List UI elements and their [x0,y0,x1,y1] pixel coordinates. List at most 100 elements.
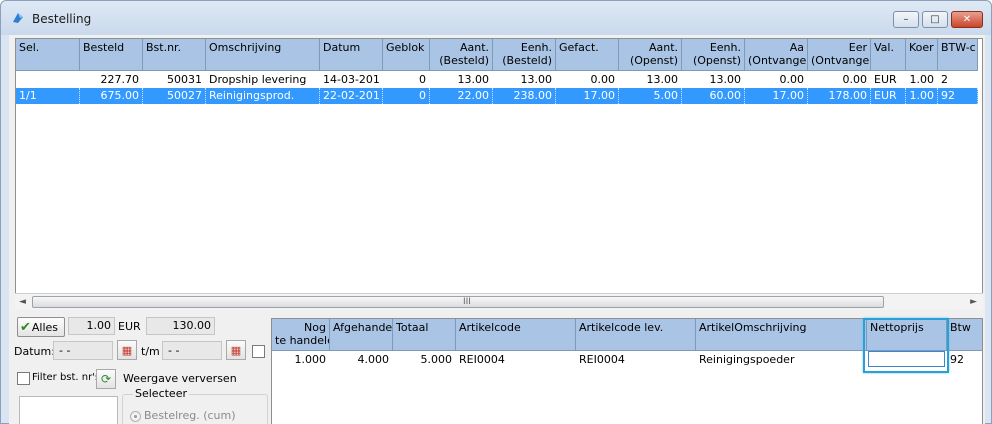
table-cell[interactable]: 0.00 [808,72,871,88]
refresh-icon: ⟳ [100,372,112,386]
alles-value: 1.00 [68,317,115,335]
column-header[interactable]: Geblok [383,39,430,71]
table-cell[interactable]: 17.00 [556,88,619,104]
calendar-from-button[interactable]: ▦ [117,340,137,360]
scroll-grip-icon: III [463,297,471,307]
column-header[interactable]: Eer (Ontvange [808,39,871,71]
column-header[interactable]: Besteld [80,39,143,71]
column-header[interactable]: Aant. (Openst) [619,39,682,71]
table-cell[interactable]: 13.00 [493,72,556,88]
table-cell[interactable]: 22.00 [430,88,493,104]
table-cell[interactable]: Reinigingsprod. [206,88,320,104]
tm-label: t/m [141,345,160,358]
column-header[interactable]: Bst.nr. [143,39,206,71]
table-cell[interactable]: 14-03-201 [320,72,383,88]
order-lines-header: Sel. Besteld Bst.nr. Omschrijving Datum Geblo… [16,39,978,71]
table-cell[interactable]: 5.00 [619,88,682,104]
scroll-left-icon[interactable]: ◄ [19,297,26,307]
table-cell[interactable]: 60.00 [682,88,745,104]
app-icon [13,13,23,23]
calendar-icon: ▦ [230,343,242,357]
table-cell[interactable]: 227.70 [80,72,143,88]
table-cell[interactable]: 5.000 [393,352,456,368]
column-header[interactable]: Koer [906,39,938,71]
column-header[interactable]: Omschrijving [206,39,320,71]
table-cell[interactable]: 0 [383,72,430,88]
table-cell[interactable]: REI0004 [576,352,696,368]
table-cell[interactable]: 13.00 [619,72,682,88]
column-header[interactable]: Totaal [393,319,456,351]
column-header[interactable]: Val. [871,39,906,71]
selecteer-label: Selecteer [133,387,189,400]
nettoprijs-highlight [863,318,949,373]
table-cell[interactable]: 178.00 [808,88,871,104]
total-value: 130.00 [146,317,215,335]
table-cell[interactable]: 1.00 [906,72,938,88]
table-cell[interactable]: 0.00 [556,72,619,88]
minimize-button[interactable]: – [893,11,919,28]
column-header[interactable]: Datum [320,39,383,71]
table-cell[interactable]: 92 [938,88,978,104]
close-icon: ✕ [962,14,972,25]
column-header[interactable]: Artikelcode [456,319,576,351]
table-cell[interactable]: Reinigingspoeder [696,352,867,368]
date-from-field[interactable]: - - [53,341,113,360]
column-header[interactable]: Sel. [16,39,80,71]
date-filter-checkbox[interactable] [252,345,265,358]
calendar-icon: ▦ [121,343,133,357]
column-header[interactable]: BTW-c [938,39,978,71]
refresh-button[interactable]: ⟳ [96,369,116,389]
checkmark-icon: ✔ [20,319,31,335]
horizontal-scrollbar[interactable]: ◄ III ► [15,293,983,310]
table-cell[interactable]: 0 [383,88,430,104]
column-header[interactable]: Gefact. [556,39,619,71]
table-cell[interactable]: 22-02-201 [320,88,383,104]
title-bar: Bestelling – □ ✕ [1,1,991,35]
column-header[interactable]: Artikelcode lev. [576,319,696,351]
table-cell[interactable]: 238.00 [493,88,556,104]
column-header[interactable]: ArtikelOmschrijving [696,319,867,351]
filter-bst-checkbox[interactable] [17,372,30,385]
table-cell[interactable]: 2 [938,72,978,88]
table-cell[interactable]: 92 [947,352,982,368]
table-cell[interactable]: 0.00 [745,72,808,88]
table-cell[interactable]: 1/1 [16,88,80,104]
table-cell[interactable]: 4.000 [330,352,393,368]
currency-label: EUR [118,320,141,333]
table-cell[interactable]: 13.00 [430,72,493,88]
table-cell[interactable]: 50031 [143,72,206,88]
column-header[interactable]: Eenh. (Besteld) [493,39,556,71]
table-cell[interactable]: EUR [871,88,906,104]
order-lines-grid[interactable]: Sel. Besteld Bst.nr. Omschrijving Datum Geblo… [15,38,983,310]
table-row[interactable]: 227.70 50031 Dropship levering 14-03-201 0 13… [16,72,978,88]
client-area: Sel. Besteld Bst.nr. Omschrijving Datum Geblo… [9,35,985,424]
column-header[interactable]: Aa (Ontvange [745,39,808,71]
bestelreg-radio[interactable] [130,411,141,422]
column-header[interactable]: Eenh. (Openst) [682,39,745,71]
bst-nr-list[interactable] [19,396,118,424]
table-cell[interactable] [16,72,80,88]
column-header[interactable]: Btw [947,319,982,351]
table-cell[interactable]: 1.00 [906,88,938,104]
calendar-to-button[interactable]: ▦ [226,340,246,360]
maximize-button[interactable]: □ [922,11,948,28]
table-cell[interactable]: Dropship levering [206,72,320,88]
column-header[interactable]: Aant. (Besteld) [430,39,493,71]
table-cell[interactable]: 675.00 [80,88,143,104]
scroll-thumb[interactable]: III [32,296,884,308]
table-cell[interactable]: 50027 [143,88,206,104]
date-to-field[interactable]: - - [162,341,222,360]
column-header[interactable]: Afgehande [330,319,393,351]
column-header[interactable]: Nog te handele [272,319,330,351]
table-cell[interactable]: REI0004 [456,352,576,368]
filter-bst-label: Filter bst. nr's [32,372,101,383]
table-row[interactable]: 1/1 675.00 50027 Reinigingsprod. 22-02-201 0 2… [16,88,978,104]
table-cell[interactable]: 1.000 [272,352,330,368]
scroll-right-icon[interactable]: ► [970,297,977,307]
alles-label: Alles [31,320,59,334]
table-cell[interactable]: EUR [871,72,906,88]
table-cell[interactable]: 17.00 [745,88,808,104]
close-button[interactable]: ✕ [951,11,983,28]
alles-button[interactable]: ✔ Alles [17,317,65,337]
table-cell[interactable]: 13.00 [682,72,745,88]
